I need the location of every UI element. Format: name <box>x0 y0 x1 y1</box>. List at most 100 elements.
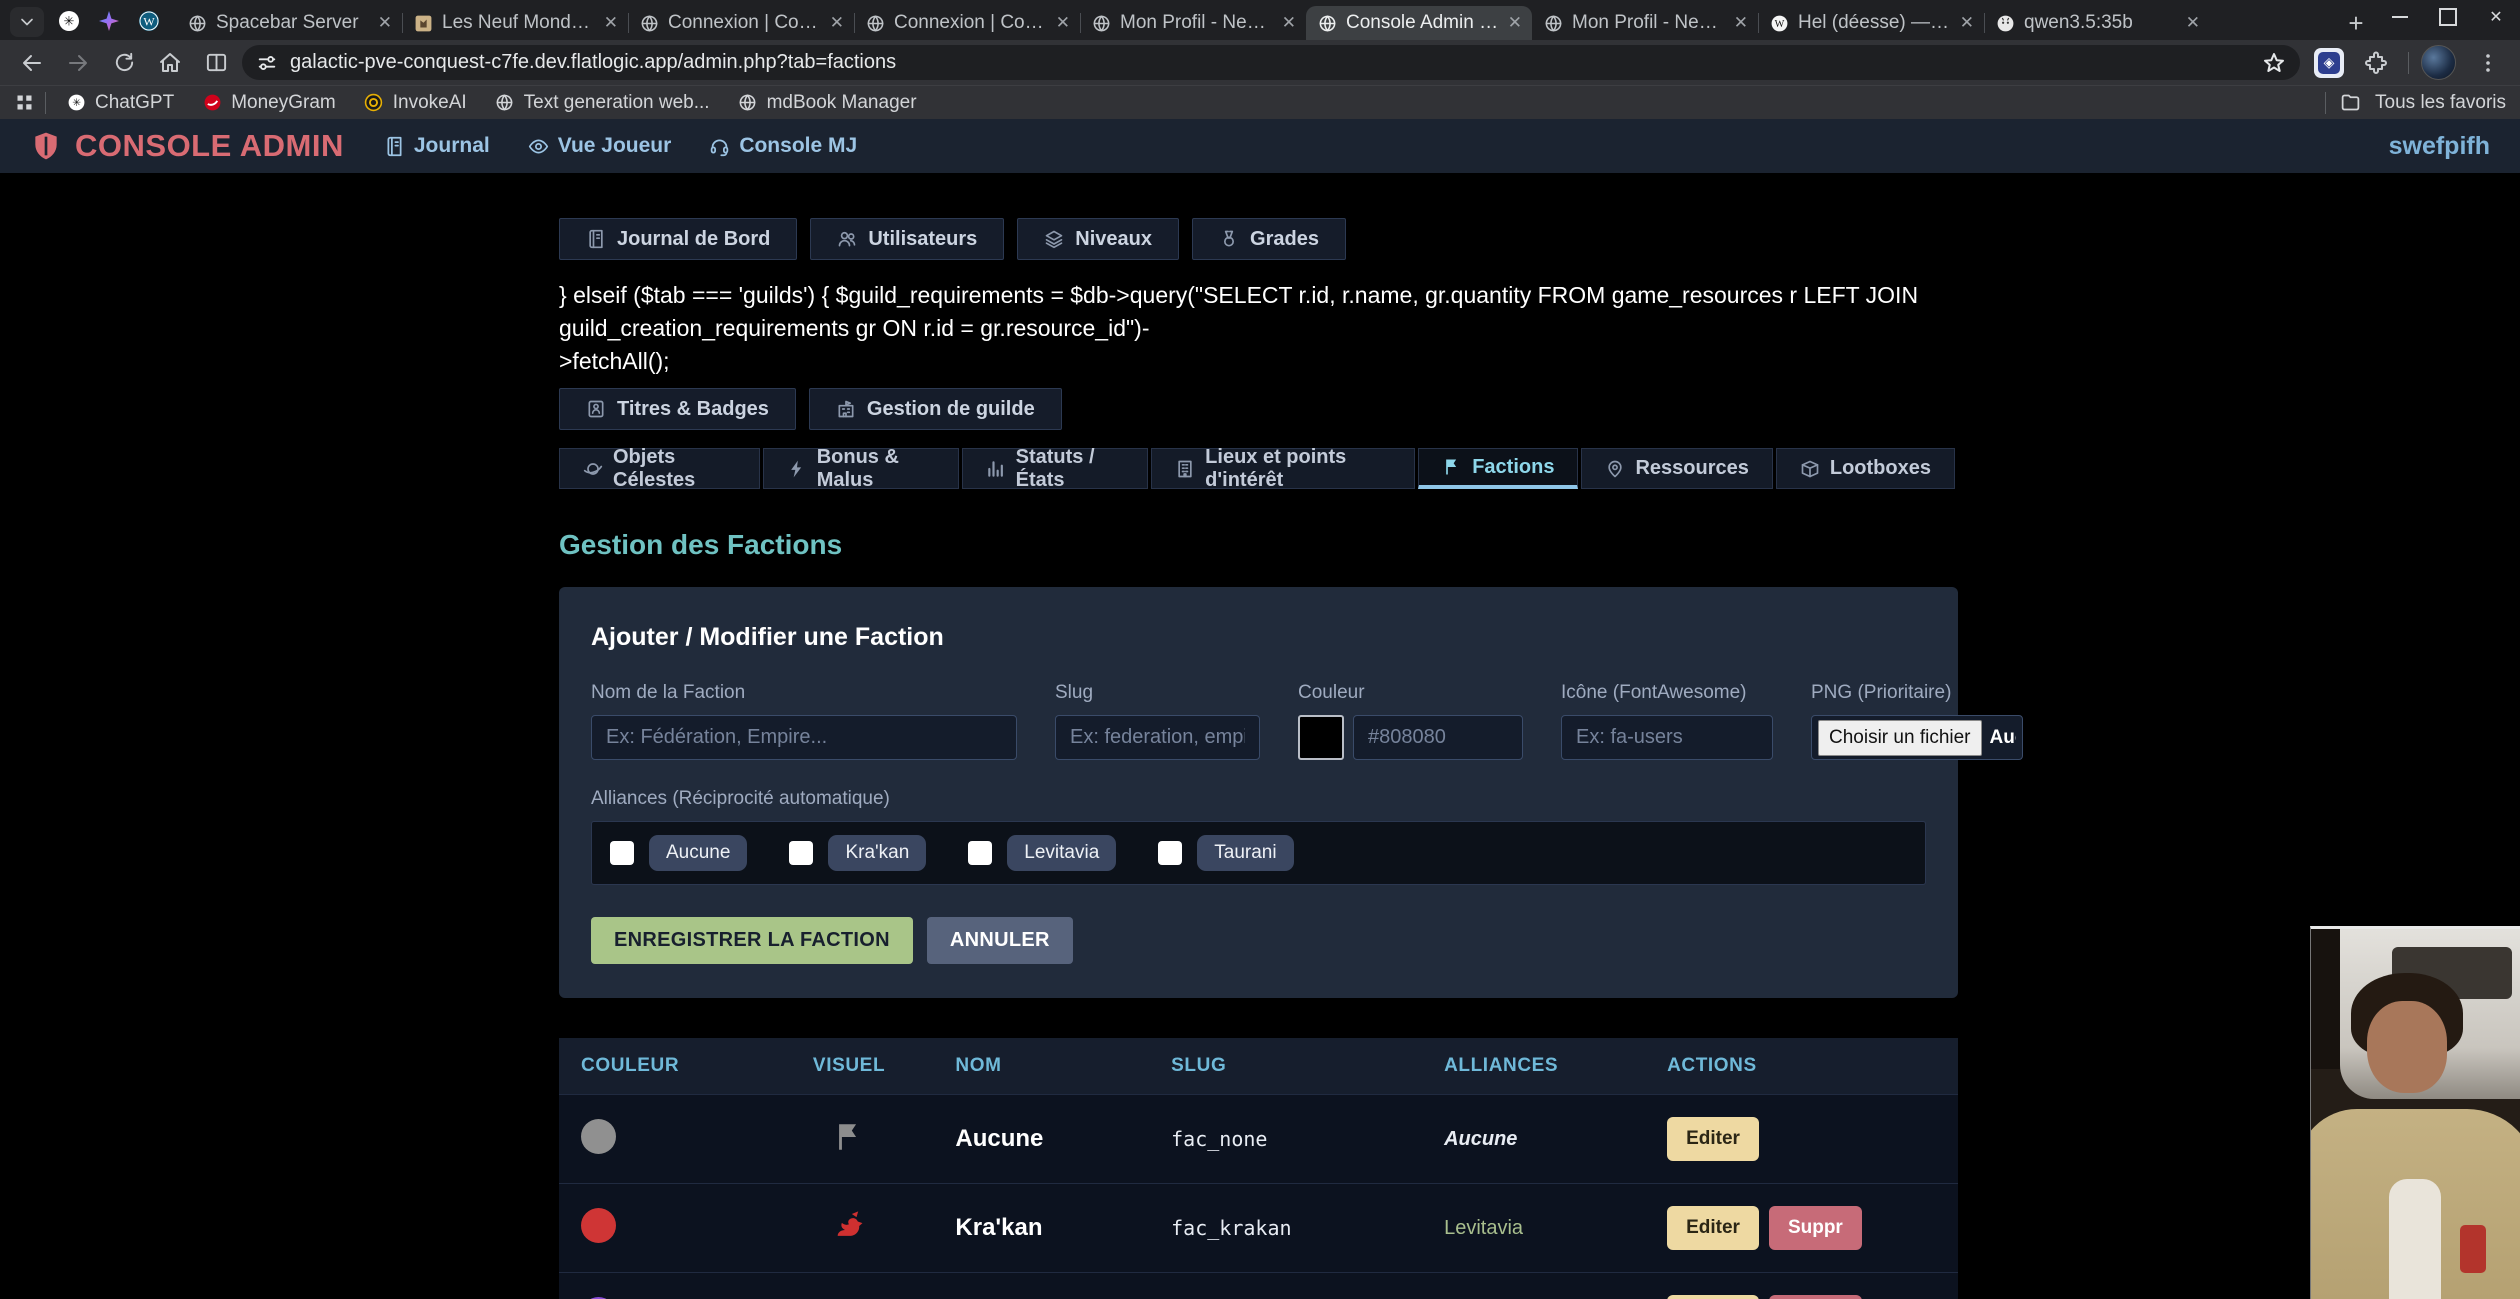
subtab-objets-c-lestes[interactable]: Objets Célestes <box>559 448 760 489</box>
chatgpt-favicon-icon: ✳ <box>67 93 86 112</box>
new-tab-button[interactable]: + <box>2336 6 2376 40</box>
delete-button[interactable]: Suppr <box>1769 1206 1862 1250</box>
edit-button[interactable]: Editer <box>1667 1206 1759 1250</box>
tab-close-icon[interactable]: ✕ <box>1734 13 1748 33</box>
save-faction-button[interactable]: ENREGISTRER LA FACTION <box>591 917 913 964</box>
browser-menu-button[interactable] <box>2468 43 2508 83</box>
tab-close-icon[interactable]: ✕ <box>604 13 618 33</box>
bookmark-item[interactable]: MoneyGram <box>192 92 346 114</box>
choose-file-button[interactable]: Choisir un fichier <box>1818 720 1982 756</box>
brand[interactable]: CONSOLE ADMIN <box>30 128 344 164</box>
section-button-grades[interactable]: Grades <box>1192 218 1346 260</box>
pinned-tab-sparkle[interactable] <box>96 8 122 34</box>
browser-tab[interactable]: WHel (déesse) — Wikipédia✕ <box>1758 6 1984 40</box>
section-button-journal-de-bord[interactable]: Journal de Bord <box>559 218 797 260</box>
tab-close-icon[interactable]: ✕ <box>378 13 392 33</box>
faction-slug-input[interactable] <box>1055 715 1260 760</box>
pinned-tab-wordpress[interactable]: W <box>136 8 162 34</box>
close-button[interactable]: ✕ <box>2472 0 2520 34</box>
browser-tab[interactable]: Mon Profil - Nexus ✕ <box>1080 6 1306 40</box>
extension-button[interactable]: ◈ <box>2314 48 2344 78</box>
subtab-bonus-malus[interactable]: Bonus & Malus <box>763 448 959 489</box>
subtab-lootboxes[interactable]: Lootboxes <box>1776 448 1955 489</box>
alliance-chip-label[interactable]: Taurani <box>1197 835 1293 871</box>
tab-close-icon[interactable]: ✕ <box>1508 13 1522 33</box>
users-icon <box>837 229 857 249</box>
video-red-object <box>2460 1225 2486 1273</box>
browser-tab[interactable]: Spacebar Server✕ <box>176 6 402 40</box>
address-bar[interactable]: galactic-pve-conquest-c7fe.dev.flatlogic… <box>242 45 2300 80</box>
php-debug-line2: >fetchAll(); <box>559 348 670 374</box>
tab-search-button[interactable] <box>10 7 44 37</box>
browser-tab[interactable]: Les Neuf Mondes de la Mythol...✕ <box>402 6 628 40</box>
alliances-box: Aucune Kra'kan Levitavia Taurani <box>591 821 1926 885</box>
reload-button[interactable] <box>104 43 144 83</box>
subtab-ressources[interactable]: Ressources <box>1581 448 1772 489</box>
split-screen-button[interactable] <box>196 43 236 83</box>
bookmark-item[interactable]: ✳ChatGPT <box>56 92 184 114</box>
extensions-puzzle-button[interactable] <box>2356 43 2396 83</box>
tab-close-icon[interactable]: ✕ <box>2186 13 2200 33</box>
site-info-icon <box>256 52 278 74</box>
tab-close-icon[interactable]: ✕ <box>830 13 844 33</box>
url-text[interactable]: galactic-pve-conquest-c7fe.dev.flatlogic… <box>290 51 2250 74</box>
bookmark-item[interactable]: InvokeAI <box>354 92 477 114</box>
back-button[interactable] <box>12 43 52 83</box>
medal-icon <box>1219 229 1239 249</box>
edit-button[interactable]: Editer <box>1667 1117 1759 1161</box>
edit-button[interactable]: Editer <box>1667 1295 1759 1299</box>
alliance-chip-label[interactable]: Kra'kan <box>828 835 926 871</box>
faction-name-input[interactable] <box>591 715 1017 760</box>
all-favorites-label[interactable]: Tous les favoris <box>2375 92 2506 114</box>
browser-tab[interactable]: qwen3.5:35b✕ <box>1984 6 2210 40</box>
tab-close-icon[interactable]: ✕ <box>1960 13 1974 33</box>
png-file-input[interactable]: Choisir un fichier Aucu...hoisi <box>1811 715 2023 760</box>
maximize-button[interactable] <box>2424 0 2472 34</box>
globe-favicon-icon <box>1318 14 1337 33</box>
section-button-titres-badges[interactable]: Titres & Badges <box>559 388 796 430</box>
minimize-button[interactable] <box>2376 0 2424 34</box>
alliance-chip-label[interactable]: Levitavia <box>1007 835 1116 871</box>
bookmarks-separator-right <box>2325 92 2326 114</box>
subtab-lieux-et-points-d-int-r-t[interactable]: Lieux et points d'intérêt <box>1151 448 1415 489</box>
tab-close-icon[interactable]: ✕ <box>1282 13 1296 33</box>
planet-icon <box>583 459 603 479</box>
admin-nav-journal[interactable]: Journal <box>384 134 490 158</box>
bookmark-label: Text generation web... <box>524 92 710 114</box>
tab-close-icon[interactable]: ✕ <box>1056 13 1070 33</box>
admin-nav-console-mj[interactable]: Console MJ <box>709 134 857 158</box>
bookmark-item[interactable]: mdBook Manager <box>728 92 927 114</box>
section-button-utilisateurs[interactable]: Utilisateurs <box>810 218 1004 260</box>
subtab-label: Lootboxes <box>1830 457 1931 480</box>
home-button[interactable] <box>150 43 190 83</box>
subtab-statuts-tats[interactable]: Statuts / États <box>962 448 1149 489</box>
section-button-niveaux[interactable]: Niveaux <box>1017 218 1179 260</box>
color-hex-input[interactable] <box>1353 715 1523 760</box>
all-favorites[interactable]: Tous les favoris <box>2325 92 2506 114</box>
cancel-button[interactable]: ANNULER <box>927 917 1073 964</box>
pip-video-overlay[interactable] <box>2310 926 2520 1299</box>
browser-tab[interactable]: Connexion | Corvara✕ <box>854 6 1080 40</box>
section-buttons-row2: Titres & Badges Gestion de guilde <box>559 388 1958 430</box>
admin-nav-vue-joueur[interactable]: Vue Joueur <box>528 134 672 158</box>
profile-avatar[interactable] <box>2421 45 2456 80</box>
pinned-tab-chatgpt[interactable]: ✳ <box>56 8 82 34</box>
forward-button[interactable] <box>58 43 98 83</box>
browser-tab[interactable]: Connexion | Corvara✕ <box>628 6 854 40</box>
faction-icon-input[interactable] <box>1561 715 1773 760</box>
tab-title: Mon Profil - Nexus <box>1120 12 1273 34</box>
color-swatch-input[interactable] <box>1298 715 1344 760</box>
alliance-chip-label[interactable]: Aucune <box>649 835 747 871</box>
alliance-checkbox[interactable] <box>1158 841 1182 865</box>
browser-tab-active[interactable]: Console Admin - Nexus✕ <box>1306 6 1532 40</box>
alliance-checkbox[interactable] <box>968 841 992 865</box>
table-cell <box>765 1273 934 1299</box>
delete-button[interactable]: Suppr <box>1769 1295 1862 1299</box>
browser-tab[interactable]: Mon Profil - Nexus✕ <box>1532 6 1758 40</box>
alliance-checkbox[interactable] <box>789 841 813 865</box>
bookmark-item[interactable]: Text generation web... <box>485 92 720 114</box>
section-button-gestion-de-guilde[interactable]: Gestion de guilde <box>809 388 1062 430</box>
subtab-factions[interactable]: Factions <box>1418 448 1578 489</box>
alliance-checkbox[interactable] <box>610 841 634 865</box>
split-screen-icon <box>205 51 228 74</box>
